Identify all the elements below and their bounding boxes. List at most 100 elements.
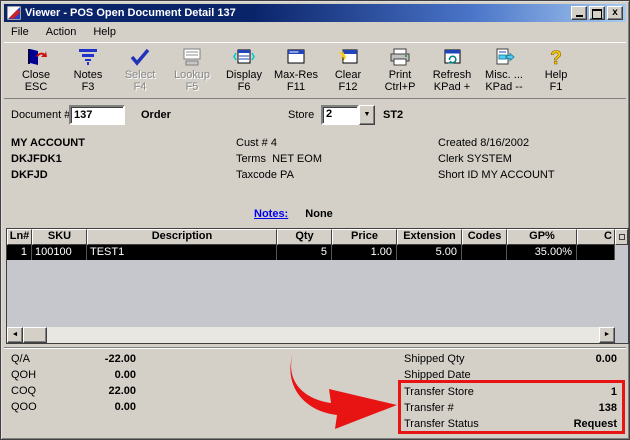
- column-header-gp[interactable]: GP%: [507, 229, 577, 245]
- lookup-icon: [181, 45, 203, 69]
- toolbar-button-clear[interactable]: Clear F12: [322, 45, 374, 97]
- cell-description: TEST1: [87, 245, 277, 260]
- taxcode-value: PA: [280, 169, 294, 181]
- notes-funnel-icon: [77, 45, 99, 69]
- toolbar-button-lookup: Lookup F5: [166, 45, 218, 97]
- toolbar-button-label: Misc. ...: [485, 69, 523, 81]
- notes-value: None: [305, 208, 333, 220]
- scrollbar-thumb[interactable]: [23, 327, 47, 343]
- cell-ln: 1: [7, 245, 32, 260]
- column-header-codes[interactable]: Codes: [462, 229, 507, 245]
- account-name: MY ACCOUNT: [11, 137, 85, 153]
- menu-help[interactable]: Help: [93, 26, 116, 38]
- app-icon: [7, 6, 21, 20]
- toolbar-button-display[interactable]: Display F6: [218, 45, 270, 97]
- terms-label: Terms: [236, 153, 266, 165]
- column-header-description[interactable]: Description: [87, 229, 277, 245]
- refresh-icon: [441, 45, 463, 69]
- shipped-qty-label: Shipped Qty: [404, 353, 465, 365]
- cust-row: Cust # 4: [236, 137, 277, 153]
- toolbar-button-key: F3: [82, 81, 95, 93]
- column-header-price[interactable]: Price: [332, 229, 397, 245]
- toolbar-button-refresh[interactable]: Refresh KPad +: [426, 45, 478, 97]
- cell-codes: [462, 245, 507, 260]
- horizontal-scrollbar[interactable]: ◄ ►: [7, 327, 615, 343]
- scroll-left-icon[interactable]: ◄: [7, 327, 23, 343]
- menu-action[interactable]: Action: [46, 26, 77, 38]
- app-window: Viewer - POS Open Document Detail 137 x …: [0, 0, 630, 440]
- table-row-selected[interactable]: 1 100100 TEST1 5 1.00 5.00 35.00%: [7, 245, 615, 260]
- shortid-row: Short ID MY ACCOUNT: [438, 169, 555, 185]
- toolbar-button-key: F6: [238, 81, 251, 93]
- toolbar-button-label: Max-Res: [274, 69, 318, 81]
- select-check-icon: [129, 45, 151, 69]
- column-header-extension[interactable]: Extension: [397, 229, 462, 245]
- title-bar[interactable]: Viewer - POS Open Document Detail 137 x: [4, 4, 626, 22]
- terms-value: NET EOM: [272, 153, 322, 165]
- toolbar-button-key: F12: [339, 81, 358, 93]
- toolbar-button-label: Refresh: [433, 69, 472, 81]
- transfer-store-value: 1: [494, 386, 617, 398]
- line-item-grid: Ln# SKU Description Qty Price Extension …: [6, 228, 629, 344]
- created-row: Created 8/16/2002: [438, 137, 529, 153]
- toolbar-button-label: Clear: [335, 69, 361, 81]
- shipped-qty-value: 0.00: [494, 353, 617, 365]
- toolbar-button-label: Notes: [74, 69, 103, 81]
- scrollbar-track[interactable]: [47, 327, 599, 343]
- list-item: Transfer Store 1: [404, 386, 617, 402]
- toolbar: Close ESC Notes F3: [4, 42, 626, 99]
- chevron-down-icon[interactable]: ▼: [359, 105, 375, 125]
- transfer-status-value: Request: [494, 418, 617, 430]
- max-res-icon: [285, 45, 307, 69]
- column-header-cost[interactable]: C: [577, 229, 615, 245]
- clerk-label: Clerk: [438, 153, 464, 165]
- maximize-button[interactable]: [589, 6, 605, 20]
- toolbar-button-label: Help: [545, 69, 568, 81]
- account-line3: DKFJD: [11, 169, 48, 185]
- created-value: 8/16/2002: [480, 137, 529, 149]
- notes-link[interactable]: Notes:: [254, 208, 288, 220]
- minimize-button[interactable]: [571, 6, 587, 20]
- toolbar-button-print[interactable]: Print Ctrl+P: [374, 45, 426, 97]
- column-header-sku[interactable]: SKU: [32, 229, 87, 245]
- toolbar-button-label: Select: [125, 69, 156, 81]
- store-name-label: ST2: [383, 109, 403, 121]
- terms-row: Terms NET EOM: [236, 153, 322, 169]
- toolbar-button-label: Lookup: [174, 69, 210, 81]
- close-door-icon: [25, 45, 47, 69]
- close-button[interactable]: x: [607, 6, 623, 20]
- help-icon: ?: [545, 45, 567, 69]
- clerk-row: Clerk SYSTEM: [438, 153, 512, 169]
- divider: [4, 347, 626, 349]
- transfer-summary: Shipped Qty 0.00 Shipped Date Transfer St…: [1, 351, 629, 439]
- shortid-label: Short ID: [438, 169, 478, 181]
- svg-text:?: ?: [550, 48, 562, 67]
- store-combobox[interactable]: 2 ▼: [321, 105, 375, 125]
- document-number-input[interactable]: [69, 105, 125, 125]
- list-item: Shipped Date: [404, 369, 617, 385]
- toolbar-button-key: KPad +: [434, 81, 470, 93]
- column-header-ln[interactable]: Ln#: [7, 229, 32, 245]
- menu-file[interactable]: File: [11, 26, 29, 38]
- toolbar-button-key: Ctrl+P: [385, 81, 416, 93]
- toolbar-button-maxres[interactable]: Max-Res F11: [270, 45, 322, 97]
- store-combobox-value[interactable]: 2: [321, 105, 359, 125]
- document-number-label: Document #: [11, 109, 70, 121]
- toolbar-button-misc[interactable]: Misc. ... KPad --: [478, 45, 530, 97]
- column-header-qty[interactable]: Qty: [277, 229, 332, 245]
- clear-icon: [337, 45, 359, 69]
- toolbar-button-close[interactable]: Close ESC: [10, 45, 62, 97]
- toolbar-button-label: Print: [389, 69, 412, 81]
- toolbar-button-notes[interactable]: Notes F3: [62, 45, 114, 97]
- toolbar-button-key: F5: [186, 81, 199, 93]
- toolbar-button-help[interactable]: ? Help F1: [530, 45, 582, 97]
- scroll-right-icon[interactable]: ►: [599, 327, 615, 343]
- created-label: Created: [438, 137, 477, 149]
- clerk-value: SYSTEM: [467, 153, 512, 165]
- misc-icon: [493, 45, 515, 69]
- grid-corner-button[interactable]: [615, 229, 628, 245]
- print-icon: [389, 45, 411, 69]
- transfer-store-label: Transfer Store: [404, 386, 474, 398]
- account-line2: DKJFDK1: [11, 153, 62, 169]
- toolbar-button-key: F4: [134, 81, 147, 93]
